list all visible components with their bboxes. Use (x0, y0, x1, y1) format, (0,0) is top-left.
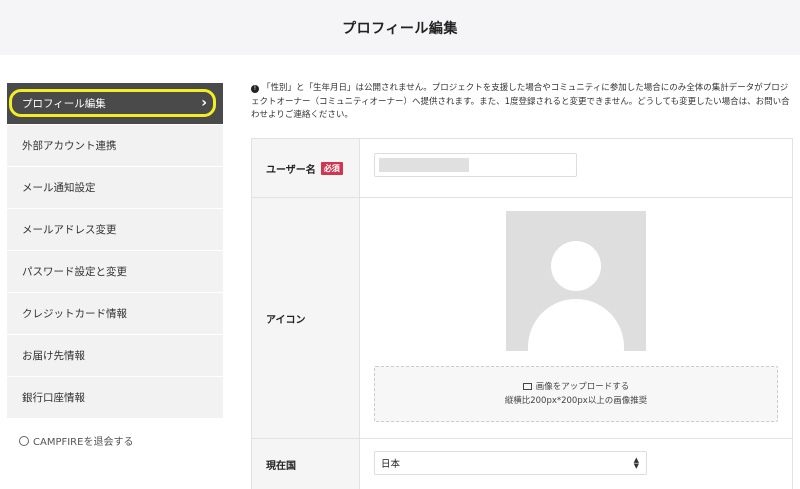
sidebar-item-label: 外部アカウント連携 (22, 140, 117, 152)
username-value-cell (360, 139, 792, 197)
image-upload-dropzone[interactable]: 画像をアップロードする 縦横比200px*200px以上の画像推奨 (374, 366, 778, 422)
username-redacted (379, 158, 469, 172)
info-icon: ! (251, 85, 259, 93)
sidebar-item-label: パスワード設定と変更 (22, 266, 127, 278)
withdraw-label: CAMPFIREを退会する (33, 437, 134, 448)
icon-row: アイコン 画像をアップロードする 縦横比200px*200px以上の画像推奨 (252, 198, 792, 439)
page-header: プロフィール編集 (0, 0, 800, 55)
avatar-placeholder (506, 211, 646, 351)
avatar-head-shape (551, 241, 601, 291)
sidebar-item-mail-notifications[interactable]: メール通知設定 (7, 167, 223, 209)
privacy-notice: ! 「性別」と「生年月日」は公開されません。プロジェクトを支援した場合やコミュニテ… (251, 82, 796, 123)
profile-form: ユーザー名 必須 アイコン 画像をアップロードする 縦横比200px*200px… (251, 138, 793, 489)
country-row: 現在国 日本 ▲ ▼ (252, 439, 792, 489)
page-title: プロフィール編集 (342, 20, 458, 37)
select-arrows-icon: ▲ ▼ (633, 456, 639, 470)
sidebar-item-external-accounts[interactable]: 外部アカウント連携 (7, 125, 223, 167)
upload-hint: 縦横比200px*200px以上の画像推奨 (504, 396, 648, 406)
frown-icon (19, 435, 29, 446)
sidebar-item-profile-edit[interactable]: プロフィール編集 › (7, 83, 223, 125)
username-row: ユーザー名 必須 (252, 139, 792, 198)
sidebar-item-label: クレジットカード情報 (22, 308, 127, 320)
icon-value-cell: 画像をアップロードする 縦横比200px*200px以上の画像推奨 (360, 198, 792, 438)
username-label: ユーザー名 (266, 164, 316, 176)
sidebar-item-label: プロフィール編集 (22, 98, 106, 110)
sidebar-item-email-change[interactable]: メールアドレス変更 (7, 209, 223, 251)
icon-label: アイコン (266, 314, 306, 326)
image-icon (522, 383, 532, 390)
chevron-right-icon: › (201, 95, 207, 111)
sidebar-item-label: メールアドレス変更 (22, 224, 117, 236)
avatar-body-shape (528, 299, 624, 351)
icon-label-cell: アイコン (252, 198, 360, 438)
sidebar-item-password[interactable]: パスワード設定と変更 (7, 251, 223, 293)
upload-label: 画像をアップロードする (535, 382, 630, 392)
username-input[interactable] (374, 153, 577, 177)
sidebar-item-shipping-address[interactable]: お届け先情報 (7, 335, 223, 377)
withdraw-link[interactable]: CAMPFIREを退会する (19, 433, 133, 448)
sidebar-item-credit-card[interactable]: クレジットカード情報 (7, 293, 223, 335)
country-label: 現在国 (266, 460, 296, 472)
country-selected-value: 日本 (381, 459, 401, 470)
username-label-cell: ユーザー名 必須 (252, 139, 360, 197)
country-label-cell: 現在国 (252, 439, 360, 489)
sidebar-item-label: メール通知設定 (22, 182, 96, 194)
notice-text: 「性別」と「生年月日」は公開されません。プロジェクトを支援した場合やコミュニティ… (251, 83, 790, 120)
sidebar-nav: プロフィール編集 › 外部アカウント連携 メール通知設定 メールアドレス変更 パ… (7, 83, 223, 419)
country-value-cell: 日本 ▲ ▼ (360, 439, 792, 489)
sidebar-item-label: お届け先情報 (22, 350, 85, 362)
required-badge: 必須 (320, 161, 343, 175)
country-select[interactable]: 日本 ▲ ▼ (374, 451, 647, 475)
sidebar-item-label: 銀行口座情報 (22, 392, 85, 404)
sidebar-item-bank-account[interactable]: 銀行口座情報 (7, 377, 223, 419)
